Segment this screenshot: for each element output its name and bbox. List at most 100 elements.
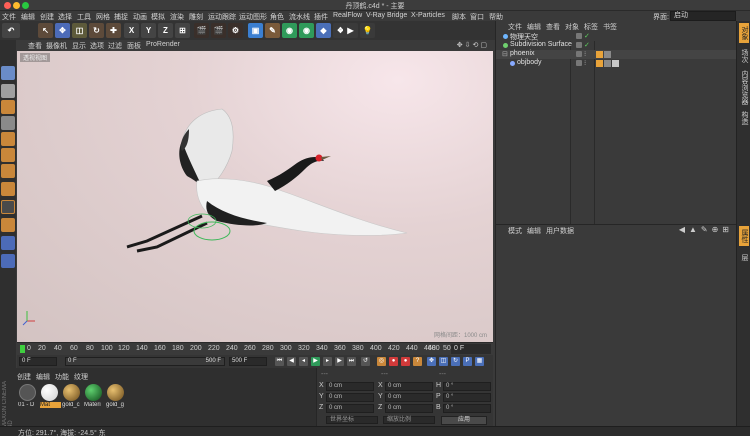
- move-tool-icon[interactable]: ✥: [55, 23, 70, 38]
- position-z-field[interactable]: 0 cm: [326, 404, 374, 413]
- scale-tool-icon[interactable]: ◫: [72, 23, 87, 38]
- scale-key-icon[interactable]: ◫: [439, 357, 448, 366]
- menu-x-particles[interactable]: X-Particles: [411, 12, 445, 19]
- coordinate-mode-dropdown[interactable]: 世界坐标: [326, 416, 378, 424]
- visibility-flag-icon[interactable]: [576, 42, 582, 48]
- array-icon[interactable]: ◉: [299, 23, 314, 38]
- edges-mode-icon[interactable]: [1, 148, 15, 162]
- pen-tool-icon[interactable]: ✎: [265, 23, 280, 38]
- texture-tag-icon[interactable]: [604, 51, 611, 58]
- tab-content-browser[interactable]: 内容浏览器: [739, 69, 749, 105]
- material-menu-create[interactable]: 创建: [17, 372, 31, 382]
- viewport-menu-panel[interactable]: 面板: [127, 41, 141, 51]
- visibility-flag-icon[interactable]: [576, 51, 582, 57]
- material-menu-texture[interactable]: 纹理: [74, 372, 88, 382]
- undo-icon[interactable]: ↶: [2, 23, 20, 38]
- rotation-b-field[interactable]: 0 °: [443, 404, 491, 413]
- points-mode-icon[interactable]: [1, 132, 15, 146]
- size-x-field[interactable]: 0 cm: [385, 382, 433, 391]
- autokey-icon[interactable]: ●: [401, 357, 410, 366]
- key-tools-icon[interactable]: ?: [413, 357, 422, 366]
- record-icon[interactable]: ●: [389, 357, 398, 366]
- viewport-menu-options[interactable]: 选项: [90, 41, 104, 51]
- previous-frame-icon[interactable]: ◂: [299, 357, 308, 366]
- axis-z-button[interactable]: Z: [158, 23, 173, 38]
- current-frame-field[interactable]: 0 F: [19, 357, 57, 366]
- material-swatch-mat[interactable]: Mat: [40, 384, 61, 412]
- loop-icon[interactable]: ↺: [361, 357, 370, 366]
- tab-takes[interactable]: 场次: [739, 47, 749, 65]
- size-y-field[interactable]: 0 cm: [385, 393, 433, 402]
- texture-tag-icon[interactable]: [604, 60, 611, 67]
- enabled-check-icon[interactable]: ✓: [584, 32, 590, 40]
- cube-icon[interactable]: ▣: [248, 23, 263, 38]
- render-picture-viewer-icon[interactable]: 🎬: [211, 23, 226, 38]
- attribute-nav-icons[interactable]: ◀▲✎⊕⊞: [679, 225, 733, 234]
- timeline-current-frame[interactable]: 0 F: [451, 344, 491, 354]
- viewport-menu-prorender[interactable]: ProRender: [146, 41, 180, 48]
- camera-icon[interactable]: ▶: [343, 23, 358, 38]
- enabled-check-icon[interactable]: ✓: [584, 41, 590, 49]
- axis-x-button[interactable]: X: [124, 23, 139, 38]
- rotation-h-field[interactable]: 0 °: [443, 382, 491, 391]
- layer-icon[interactable]: [1, 254, 15, 268]
- material-swatch-materi[interactable]: Materi: [84, 384, 103, 412]
- position-y-field[interactable]: 0 cm: [326, 393, 374, 402]
- axis-mode-icon[interactable]: [1, 182, 15, 196]
- tab-objects[interactable]: 对象: [739, 23, 749, 43]
- next-key-icon[interactable]: ▶: [335, 357, 344, 366]
- size-z-field[interactable]: 0 cm: [385, 404, 433, 413]
- tab-layers[interactable]: 层: [739, 250, 749, 264]
- visibility-flag-icon[interactable]: [576, 33, 582, 39]
- recent-tools-icon[interactable]: ✚: [106, 23, 121, 38]
- object-row[interactable]: ⊟ phoenix ⁝: [496, 50, 737, 59]
- phong-tag-icon[interactable]: [596, 51, 603, 58]
- rotation-key-icon[interactable]: ↻: [451, 357, 460, 366]
- go-to-start-icon[interactable]: ⏮: [275, 357, 284, 366]
- workplane-icon[interactable]: [1, 116, 15, 130]
- tab-structure[interactable]: 构造: [739, 109, 749, 127]
- position-x-field[interactable]: 0 cm: [326, 382, 374, 391]
- snap-icon[interactable]: [1, 200, 15, 214]
- texture-mode-icon[interactable]: [1, 100, 15, 114]
- make-editable-icon[interactable]: [1, 66, 15, 80]
- play-icon[interactable]: ▶: [311, 357, 320, 366]
- attr-menu-user-data[interactable]: 用户数据: [546, 226, 574, 236]
- menu-realflow[interactable]: RealFlow: [333, 12, 362, 19]
- render-settings-icon[interactable]: ⚙: [228, 23, 243, 38]
- apply-button[interactable]: 应用: [441, 416, 487, 425]
- scale-mode-dropdown[interactable]: 缩放比例: [383, 416, 435, 424]
- viewport-menu-display[interactable]: 显示: [72, 41, 86, 51]
- polygons-mode-icon[interactable]: [1, 164, 15, 178]
- attr-menu-mode[interactable]: 模式: [508, 226, 522, 236]
- viewport-nav-icons[interactable]: ✥⇩⟲▢: [457, 41, 489, 49]
- light-icon[interactable]: 💡: [360, 23, 375, 38]
- render-view-icon[interactable]: 🎬: [194, 23, 209, 38]
- deformer-icon[interactable]: ◆: [316, 23, 331, 38]
- planar-workplane-icon[interactable]: [1, 236, 15, 250]
- lock-workplane-icon[interactable]: [1, 218, 15, 232]
- null-check-icon[interactable]: ⁝: [584, 59, 586, 67]
- rotation-p-field[interactable]: 0 °: [443, 393, 491, 402]
- viewport-menu-view[interactable]: 查看: [28, 41, 42, 51]
- material-swatch-01[interactable]: 01 - D: [18, 384, 37, 412]
- viewport-menu-filter[interactable]: 过滤: [108, 41, 122, 51]
- position-key-icon[interactable]: ✥: [427, 357, 436, 366]
- axis-y-button[interactable]: Y: [141, 23, 156, 38]
- select-tool-icon[interactable]: ↖: [38, 23, 53, 38]
- viewport-menu-cameras[interactable]: 摄像机: [46, 41, 67, 51]
- model-mode-icon[interactable]: [1, 84, 15, 98]
- null-check-icon[interactable]: ⁝: [584, 50, 586, 58]
- layout-select[interactable]: 启动: [670, 11, 736, 21]
- next-frame-icon[interactable]: ▸: [323, 357, 332, 366]
- material-swatch-gold-g[interactable]: gold_g: [106, 384, 125, 412]
- menu-vray-bridge[interactable]: V-Ray Bridge: [366, 12, 407, 19]
- subdivision-icon[interactable]: ◉: [282, 23, 297, 38]
- keyframe-selection-icon[interactable]: ◎: [377, 357, 386, 366]
- frame-range-slider[interactable]: 0 F 500 F: [65, 357, 225, 366]
- pla-key-icon[interactable]: ▦: [475, 357, 484, 366]
- coordinate-system-icon[interactable]: ⊞: [175, 23, 190, 38]
- material-swatch-gold-c[interactable]: gold_c: [62, 384, 81, 412]
- param-key-icon[interactable]: P: [463, 357, 472, 366]
- viewport-perspective[interactable]: 透视视图 网格间距：1000 cm: [17, 51, 493, 342]
